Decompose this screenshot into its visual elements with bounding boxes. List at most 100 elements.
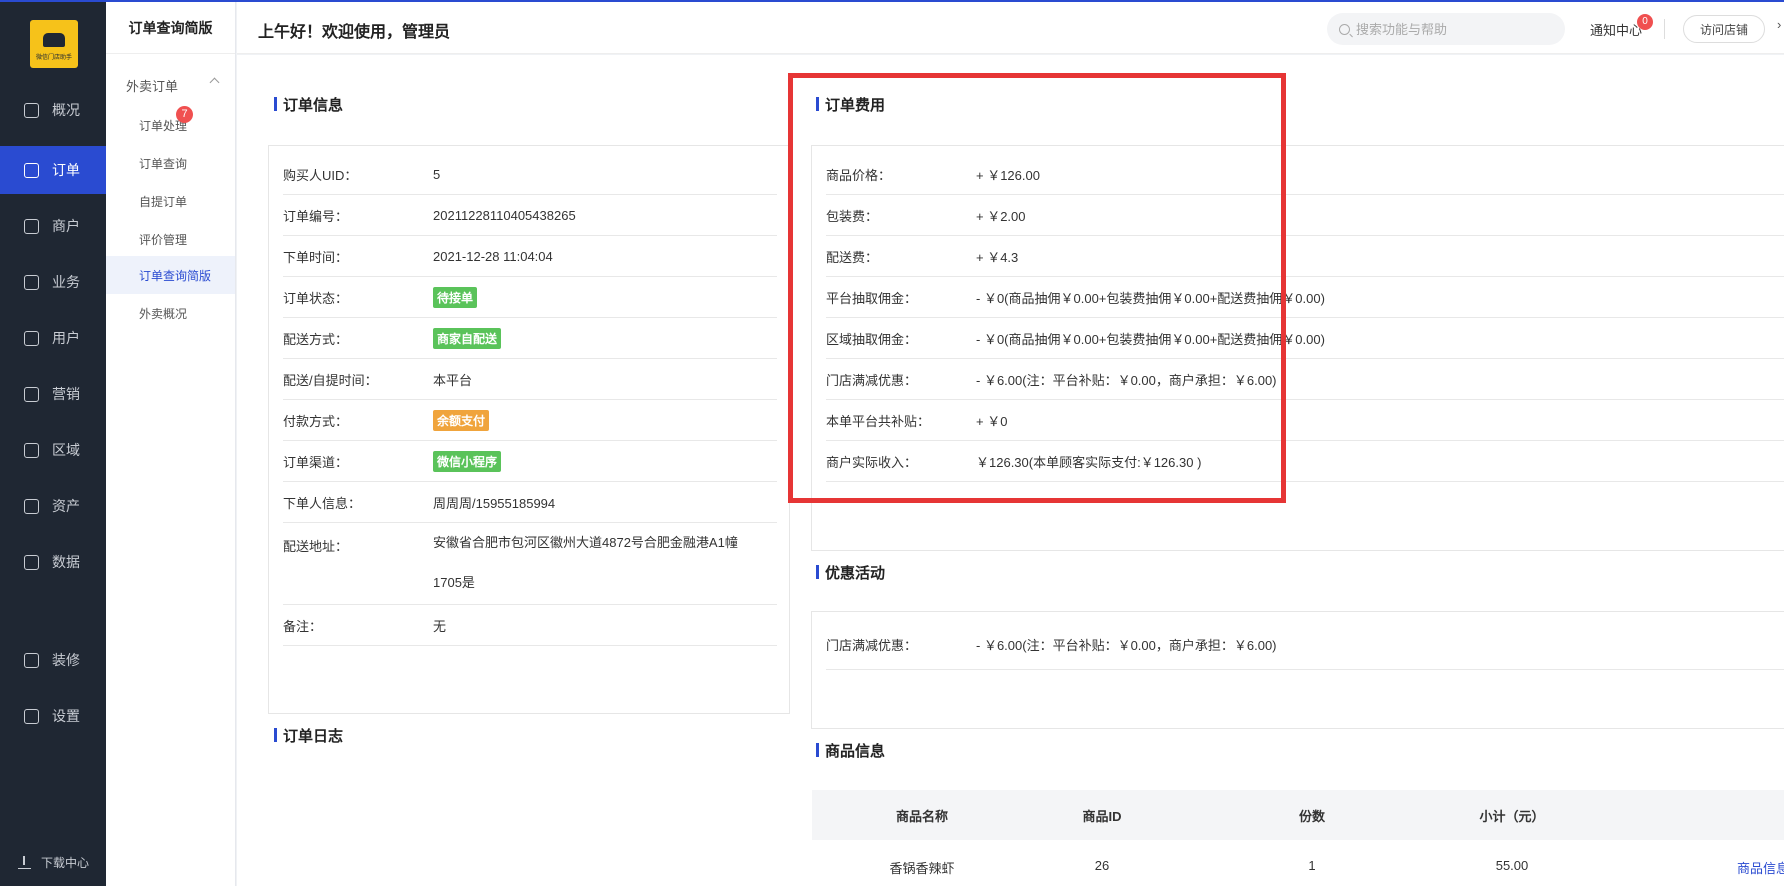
column-header: 份数: [1298, 808, 1325, 824]
nav-label: 订单: [52, 162, 80, 178]
nav-order[interactable]: 订单: [0, 146, 106, 194]
fee-value: - ￥6.00(注：平台补贴：￥0.00，商户承担：￥6.00): [976, 372, 1277, 388]
nav-label: 下载中心: [41, 856, 90, 870]
sub-item-order-query[interactable]: 订单查询: [106, 144, 235, 182]
goods-info-link[interactable]: 商品信息: [1737, 858, 1784, 877]
fee-value: + ￥2.00: [976, 208, 1026, 224]
nav-label: 区域: [52, 442, 80, 458]
info-row: 订单编号： 20211228110405438265: [283, 195, 777, 236]
logo-text: 微信门店助手: [35, 55, 72, 61]
greeting: 上午好！欢迎使用，管理员: [258, 24, 451, 41]
info-row: 备注： 无: [283, 605, 777, 646]
nav-user[interactable]: 用户: [0, 314, 106, 362]
info-row: 付款方式： 余额支付: [283, 400, 777, 441]
merchant-icon: [24, 218, 39, 234]
address-line-1: 安徽省合肥市包河区徽州大道4872号合肥金融港A1幢: [433, 535, 738, 550]
marketing-icon: [24, 386, 39, 402]
sub-item-label: 订单查询: [139, 156, 188, 171]
fee-row: 配送费： + ￥4.3: [826, 236, 1784, 277]
info-row: 下单人信息： 周周周/15955185994: [283, 482, 777, 523]
nav-asset[interactable]: 资产: [0, 482, 106, 530]
fee-key: 本单平台共补贴：: [826, 413, 931, 429]
nav-business[interactable]: 业务: [0, 258, 106, 306]
goods-table-header: 商品名称 商品ID 份数 小计（元）: [812, 790, 1784, 840]
notice-center-link[interactable]: 通知中心: [1590, 20, 1642, 39]
address-line-2: 1705是: [433, 575, 475, 590]
sub-group-label: 外卖订单: [126, 79, 179, 94]
section-title-goods: 商品信息: [816, 740, 885, 761]
sub-item-label: 自提订单: [139, 194, 188, 209]
visit-store-button[interactable]: 访问店铺: [1683, 15, 1765, 43]
header-divider: [1664, 19, 1665, 39]
sub-item-pickup-order[interactable]: 自提订单: [106, 182, 235, 220]
fee-key: 包装费：: [826, 208, 879, 224]
pending-count-badge: 7: [176, 106, 193, 123]
nav-settings[interactable]: 设置: [0, 692, 106, 740]
status-badge: 待接单: [433, 286, 478, 308]
fee-value: + ￥0: [976, 413, 1008, 429]
nav-label: 用户: [52, 330, 80, 346]
sub-item-review[interactable]: 评价管理: [106, 220, 235, 258]
info-row: 订单渠道： 微信小程序: [283, 441, 777, 482]
info-value-address: 安徽省合肥市包河区徽州大道4872号合肥金融港A1幢 1705是: [433, 523, 738, 603]
fee-key: 商户实际收入：: [826, 454, 918, 470]
nav-data[interactable]: 数据: [0, 538, 106, 586]
nav-label: 营销: [52, 386, 80, 402]
info-row: 下单时间： 2021-12-28 11:04:04: [283, 236, 777, 277]
section-title-order-fee: 订单费用: [816, 94, 885, 115]
nav-label: 概况: [52, 102, 80, 118]
nav-label: 资产: [52, 498, 80, 514]
info-value: 本平台: [433, 372, 473, 388]
fee-key: 门店满减优惠：: [826, 372, 918, 388]
sub-sidebar-title: 订单查询简版: [106, 2, 235, 54]
promotion-box: 门店满减优惠： - ￥6.00(注：平台补贴：￥0.00，商户承担：￥6.00): [811, 611, 1784, 729]
download-icon: [18, 856, 31, 869]
fee-row: 平台抽取佣金： - ￥0(商品抽佣￥0.00+包装费抽佣￥0.00+配送费抽佣￥0…: [826, 277, 1784, 318]
nav-download-center[interactable]: 下载中心: [0, 854, 106, 871]
data-icon: [24, 554, 39, 570]
fee-row: 本单平台共补贴： + ￥0: [826, 400, 1784, 441]
sub-item-order-query-lite[interactable]: 订单查询简版: [106, 256, 235, 294]
search-icon: [1339, 23, 1350, 35]
sub-item-label: 评价管理: [139, 232, 188, 247]
order-icon: [24, 162, 39, 178]
info-key: 下单时间：: [283, 249, 349, 265]
promotion-key: 门店满减优惠：: [826, 638, 918, 653]
info-row: 配送地址： 安徽省合肥市包河区徽州大道4872号合肥金融港A1幢 1705是: [283, 523, 777, 605]
more-chevron-icon[interactable]: ›: [1777, 17, 1781, 32]
sub-item-order-process[interactable]: 订单处理 7: [106, 106, 235, 144]
nav-marketing[interactable]: 营销: [0, 370, 106, 418]
overview-icon: [24, 102, 39, 118]
promotion-value: - ￥6.00(注：平台补贴：￥0.00，商户承担：￥6.00): [976, 638, 1277, 653]
nav-merchant[interactable]: 商户: [0, 202, 106, 250]
info-value: 周周周/15955185994: [433, 495, 556, 511]
decoration-icon: [24, 652, 39, 668]
fee-key: 区域抽取佣金：: [826, 331, 918, 347]
nav-decoration[interactable]: 装修: [0, 636, 106, 684]
column-header: 小计（元）: [1479, 808, 1545, 824]
search-box[interactable]: [1327, 13, 1565, 45]
payment-badge: 余额支付: [433, 409, 490, 431]
nav-overview[interactable]: 概况: [0, 86, 106, 134]
info-key: 购买人UID：: [283, 167, 358, 183]
fee-key: 商品价格：: [826, 167, 892, 183]
info-key: 配送方式：: [283, 331, 349, 347]
fee-key: 配送费：: [826, 249, 879, 265]
goods-subtotal: 55.00: [1495, 858, 1529, 873]
info-key: 订单状态：: [283, 290, 349, 306]
column-header: 商品名称: [895, 808, 948, 824]
nav-label: 数据: [52, 554, 80, 570]
brand-logo[interactable]: 微信门店助手: [30, 20, 78, 68]
fee-row: 包装费： + ￥2.00: [826, 195, 1784, 236]
fee-value: + ￥4.3: [976, 249, 1019, 265]
nav-region[interactable]: 区域: [0, 426, 106, 474]
info-value: 无: [433, 618, 447, 634]
sub-group-takeaway[interactable]: 外卖订单: [126, 76, 226, 95]
channel-badge: 微信小程序: [433, 450, 502, 472]
fee-key: 平台抽取佣金：: [826, 290, 918, 306]
fee-value: - ￥0(商品抽佣￥0.00+包装费抽佣￥0.00+配送费抽佣￥0.00): [976, 290, 1325, 306]
search-input[interactable]: [1356, 21, 1556, 37]
fee-value: - ￥0(商品抽佣￥0.00+包装费抽佣￥0.00+配送费抽佣￥0.00): [976, 331, 1325, 347]
sub-item-takeaway-overview[interactable]: 外卖概况: [106, 294, 235, 332]
region-icon: [24, 442, 39, 458]
